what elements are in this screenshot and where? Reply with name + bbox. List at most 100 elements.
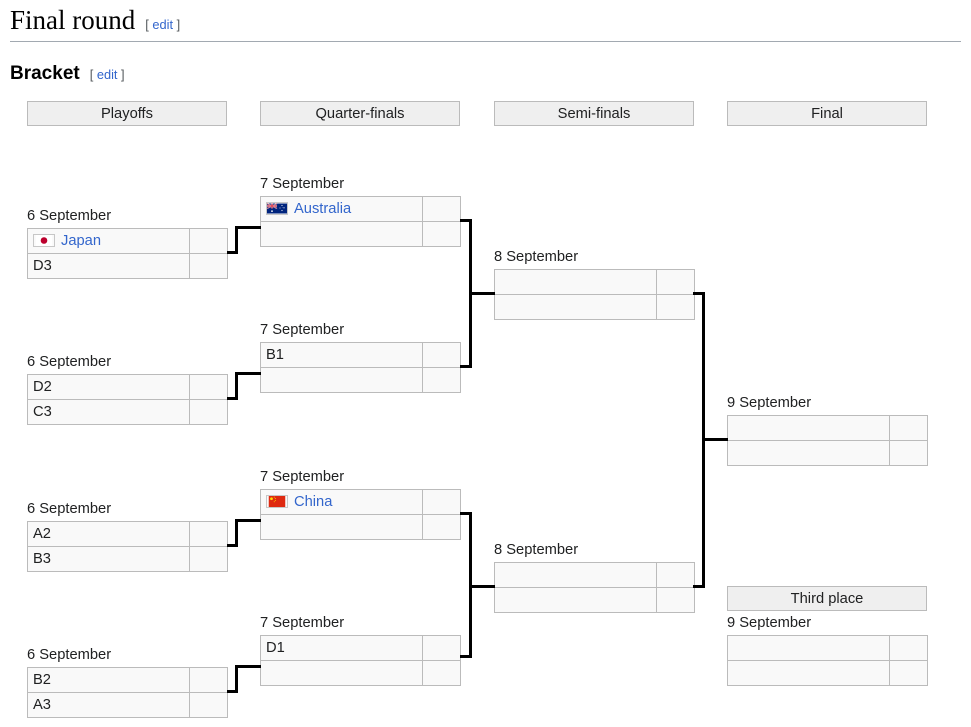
match-playoff-4-team-cell-1: B2 <box>27 667 190 693</box>
match-quarter-1-date: 7 September <box>260 176 345 192</box>
match-semi-1-score-cell-1 <box>656 269 695 295</box>
match-semi-1-date: 8 September <box>494 249 579 265</box>
match-quarter-1-score-cell-1 <box>422 196 461 222</box>
match-playoff-3-row: A2 <box>27 521 228 547</box>
match-quarter-3-date: 7 September <box>260 469 345 485</box>
match-quarter-2-team-cell-1: B1 <box>260 342 423 368</box>
match-playoff-2: 6 September D2 C3 <box>27 353 228 425</box>
match-quarter-4-row: D1 <box>260 635 461 661</box>
match-third-place-team-cell-2 <box>727 660 890 686</box>
connector-playoff-2-out-v <box>235 372 238 400</box>
match-semi-2-date: 8 September <box>494 542 579 558</box>
connector-playoff-1-out-v <box>235 226 238 254</box>
match-quarter-4: 7 September D1 <box>260 614 461 686</box>
match-semi-1-row <box>494 294 695 320</box>
match-final-1-table <box>727 415 928 466</box>
match-semi-2: 8 September <box>494 541 695 613</box>
match-playoff-1-table: Japan D3 <box>27 228 228 279</box>
round-header-semi-finals: Semi-finals <box>494 101 694 126</box>
match-quarter-3-table: China <box>260 489 461 540</box>
match-playoff-1: 6 September Japan D3 <box>27 207 228 279</box>
match-semi-2-score-cell-1 <box>656 562 695 588</box>
match-quarter-1-row: Australia <box>260 196 461 222</box>
match-playoff-1-row: Japan <box>27 228 228 254</box>
connector-semi-2-out-h <box>693 585 705 588</box>
connector-playoff-2-in-h <box>235 372 261 375</box>
match-semi-1-table <box>494 269 695 320</box>
match-quarter-4-row <box>260 660 461 686</box>
connector-semi-1-in-h <box>469 292 495 295</box>
connector-playoff-4-out-v <box>235 665 238 693</box>
match-final-1-row <box>727 415 928 441</box>
connector-quarter-2-out-h <box>460 365 472 368</box>
match-quarter-4-score-cell-1 <box>422 635 461 661</box>
round-header-playoffs: Playoffs <box>27 101 227 126</box>
match-semi-2-team-cell-2 <box>494 587 657 613</box>
match-quarter-3: 7 September China <box>260 468 461 540</box>
round-header-final: Final <box>727 101 927 126</box>
match-playoff-4-score-cell-1 <box>189 667 228 693</box>
match-third-place-score-cell-1 <box>889 635 928 661</box>
connector-semi-2-in-h <box>469 585 495 588</box>
connector-quarter-4-out-h <box>460 655 472 658</box>
match-playoff-4-row: B2 <box>27 667 228 693</box>
match-playoff-3-table: A2 B3 <box>27 521 228 572</box>
match-quarter-4-team-cell-2 <box>260 660 423 686</box>
japan-flag <box>33 234 55 247</box>
match-quarter-4-table: D1 <box>260 635 461 686</box>
match-semi-1: 8 September <box>494 248 695 320</box>
match-playoff-3-date: 6 September <box>27 501 112 517</box>
match-third-place-row <box>727 635 928 661</box>
match-playoff-2-team-name-2: C3 <box>33 404 52 420</box>
connector-playoff-4-in-h <box>235 665 261 668</box>
connector-playoff-3-in-h <box>235 519 261 522</box>
match-quarter-1-table: Australia <box>260 196 461 247</box>
match-playoff-1-team-name-1[interactable]: Japan <box>61 233 101 249</box>
match-quarter-4-date: 7 September <box>260 615 345 631</box>
connector-final-in-h <box>702 438 728 441</box>
match-semi-2-team-cell-1 <box>494 562 657 588</box>
match-final-1-score-cell-2 <box>889 440 928 466</box>
connector-playoff-1-in-h <box>235 226 261 229</box>
match-semi-1-team-cell-2 <box>494 294 657 320</box>
china-flag <box>266 495 288 508</box>
match-quarter-1: 7 September Australia <box>260 175 461 247</box>
match-semi-1-score-cell-2 <box>656 294 695 320</box>
match-quarter-4-team-name-1: D1 <box>266 640 285 656</box>
match-playoff-3-team-name-2: B3 <box>33 551 51 567</box>
match-playoff-2-score-cell-2 <box>189 399 228 425</box>
match-quarter-3-team-name-1[interactable]: China <box>294 494 332 510</box>
match-playoff-2-team-cell-2: C3 <box>27 399 190 425</box>
match-playoff-4-team-name-1: B2 <box>33 672 51 688</box>
match-playoff-2-score-cell-1 <box>189 374 228 400</box>
match-quarter-2-score-cell-2 <box>422 367 461 393</box>
match-quarter-3-score-cell-1 <box>422 489 461 515</box>
match-third-place-team-cell-1 <box>727 635 890 661</box>
match-playoff-4-table: B2 A3 <box>27 667 228 718</box>
match-quarter-2-team-cell-2 <box>260 367 423 393</box>
match-playoff-3-score-cell-2 <box>189 546 228 572</box>
match-final-1-date: 9 September <box>727 395 812 411</box>
match-semi-2-table <box>494 562 695 613</box>
match-playoff-3-team-cell-2: B3 <box>27 546 190 572</box>
match-playoff-4-score-cell-2 <box>189 692 228 718</box>
match-playoff-3-team-name-1: A2 <box>33 526 51 542</box>
match-playoff-2-row: C3 <box>27 399 228 425</box>
match-quarter-4-team-cell-1: D1 <box>260 635 423 661</box>
match-quarter-3-team-cell-2 <box>260 514 423 540</box>
connector-playoff-3-out-v <box>235 519 238 547</box>
match-playoff-1-team-cell-1: Japan <box>27 228 190 254</box>
match-final-1-row <box>727 440 928 466</box>
match-playoff-2-team-name-1: D2 <box>33 379 52 395</box>
match-final-1: 9 September <box>727 394 928 466</box>
match-quarter-1-team-name-1[interactable]: Australia <box>294 201 351 217</box>
match-quarter-3-team-cell-1: China <box>260 489 423 515</box>
match-third-place-table <box>727 635 928 686</box>
match-third-place: 9 September <box>727 614 928 686</box>
match-playoff-1-date: 6 September <box>27 208 112 224</box>
match-playoff-1-team-name-2: D3 <box>33 258 52 274</box>
round-header-third-place: Third place <box>727 586 927 611</box>
match-third-place-score-cell-2 <box>889 660 928 686</box>
match-quarter-2-team-name-1: B1 <box>266 347 284 363</box>
match-playoff-4: 6 September B2 A3 <box>27 646 228 718</box>
